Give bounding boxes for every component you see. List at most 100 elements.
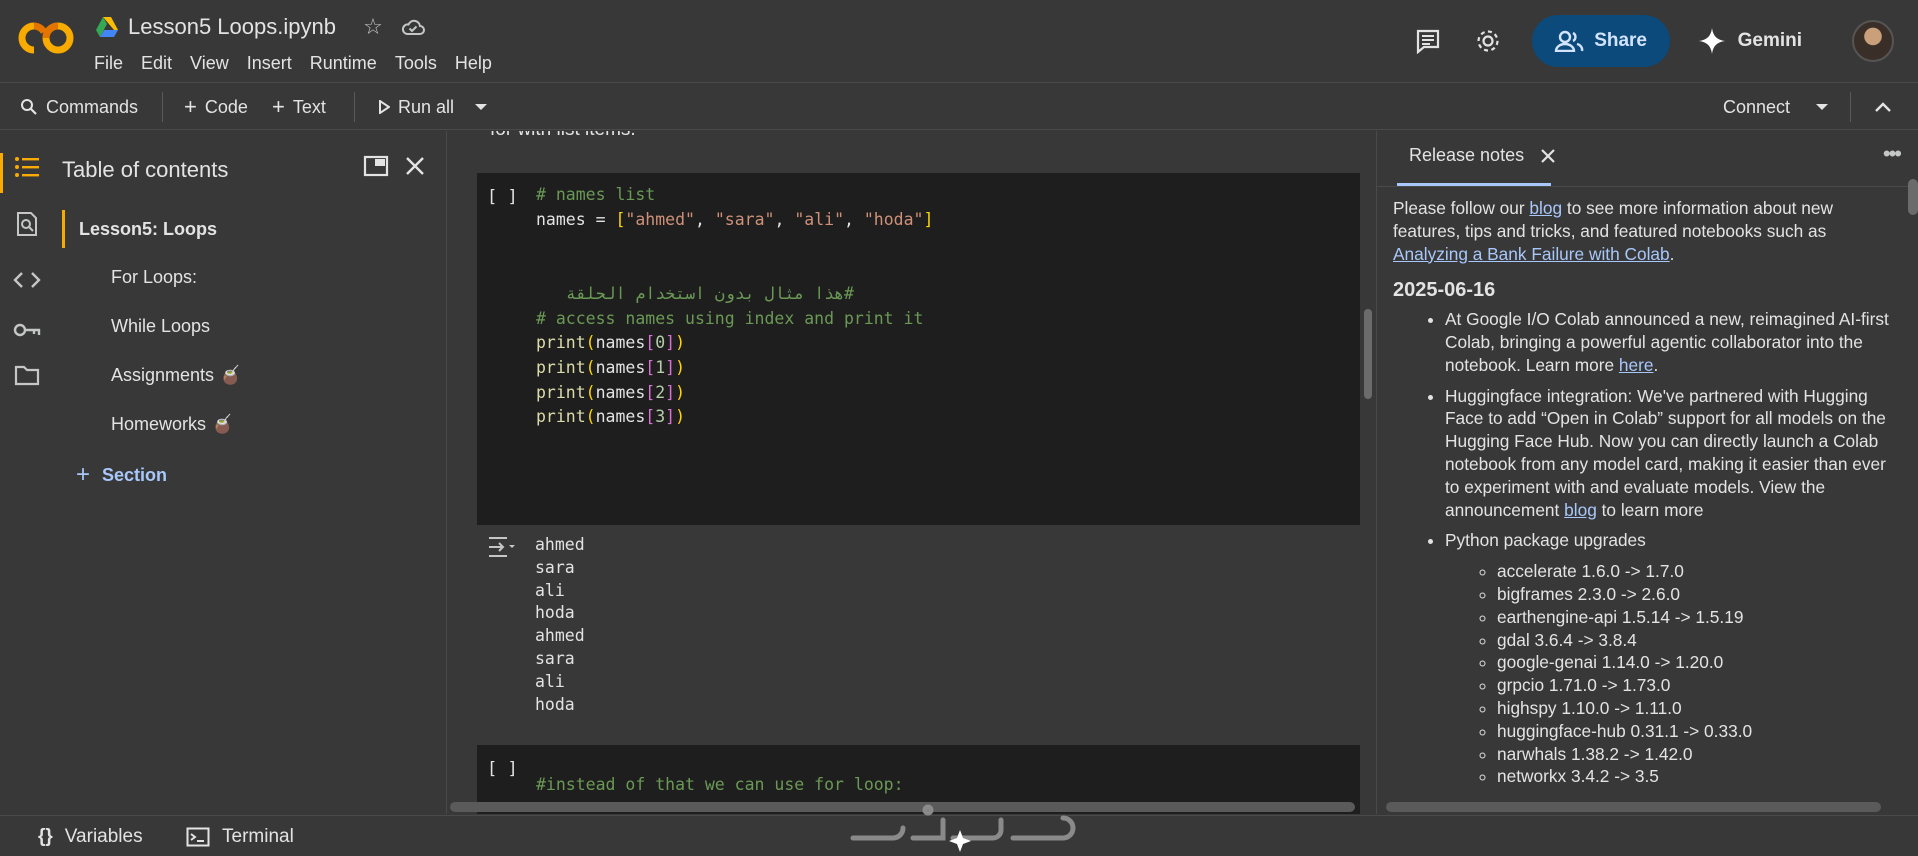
toc-title: Table of contents	[62, 157, 229, 182]
collapse-header-button[interactable]	[1874, 84, 1892, 130]
close-icon[interactable]	[1540, 148, 1556, 164]
add-code-button[interactable]: + Code	[184, 84, 248, 130]
menu-tools[interactable]: Tools	[395, 53, 446, 74]
table-of-contents-icon[interactable]	[13, 153, 41, 181]
output-line: sara	[535, 557, 575, 577]
plus-icon: +	[184, 94, 197, 119]
menu-edit[interactable]: Edit	[141, 53, 181, 74]
run-all-button[interactable]: Run all	[378, 84, 454, 130]
learn-more-link[interactable]: here	[1619, 355, 1654, 375]
commands-button[interactable]: Commands	[20, 84, 138, 130]
bullet-text: Python package upgrades	[1445, 530, 1646, 551]
release-bullet: Huggingface integration: We've partnered…	[1445, 385, 1889, 522]
package-item: highspy 1.10.0 -> 1.11.0	[1497, 697, 1889, 720]
terminal-label: Terminal	[222, 825, 294, 847]
package-item: huggingface-hub 0.31.1 -> 0.33.0	[1497, 720, 1889, 743]
announcement-blog-link[interactable]: blog	[1564, 500, 1597, 520]
run-cell-button[interactable]: [ ]	[487, 187, 518, 207]
commands-label: Commands	[46, 96, 139, 117]
colab-logo-icon[interactable]	[18, 18, 76, 58]
add-section-button[interactable]: + Section	[76, 461, 167, 489]
toolbar-divider	[162, 92, 163, 122]
add-text-button[interactable]: + Text	[272, 84, 326, 130]
title-row: Lesson5 Loops.ipynb ☆	[96, 14, 426, 40]
comments-icon[interactable]	[1408, 21, 1448, 61]
package-item: accelerate 1.6.0 -> 1.7.0	[1497, 560, 1889, 583]
intro-text: .	[1669, 243, 1675, 264]
find-replace-icon[interactable]	[13, 210, 41, 238]
table-of-contents-panel: Table of contents Lesson5: Loops For Loo…	[52, 131, 447, 814]
notebook-title[interactable]: Lesson5 Loops.ipynb	[128, 14, 336, 40]
menu-insert[interactable]: Insert	[247, 53, 301, 74]
menu-file[interactable]: File	[94, 53, 132, 74]
google-drive-icon[interactable]	[96, 17, 118, 37]
menu-view[interactable]: View	[190, 53, 238, 74]
section-label: Section	[102, 464, 168, 485]
output-line: ahmed	[535, 626, 585, 646]
notebook-area: for with list items. [ ] # names list na…	[448, 131, 1375, 814]
toc-item-assignments[interactable]: Assignments 🧉	[111, 365, 241, 386]
menu-bar: File Edit View Insert Runtime Tools Help	[94, 53, 510, 74]
output-actions-icon[interactable]	[487, 535, 517, 559]
code-function: print	[536, 407, 586, 427]
connect-dropdown[interactable]	[1815, 84, 1829, 130]
code-number: 3	[655, 407, 666, 427]
code-variable: names	[595, 382, 646, 402]
left-rail	[0, 131, 52, 814]
code-string: "sara"	[714, 209, 775, 229]
code-snippets-icon[interactable]	[13, 266, 41, 294]
package-list: accelerate 1.6.0 -> 1.7.0 bigframes 2.3.…	[1445, 560, 1889, 788]
code-comment-arabic: #هذا مثال بدون استخدام الحلقة	[565, 283, 854, 303]
release-bullet: Python package upgrades accelerate 1.6.0…	[1445, 529, 1889, 788]
bank-failure-link[interactable]: Analyzing a Bank Failure with Colab	[1393, 244, 1670, 264]
output-line: sara	[535, 648, 575, 668]
code-function: print	[536, 382, 586, 402]
divider	[1377, 186, 1918, 187]
code-number: 0	[655, 333, 666, 353]
gemini-button[interactable]: Gemini	[1698, 27, 1802, 55]
plus-icon: +	[272, 94, 285, 119]
toc-item-for-loops[interactable]: For Loops:	[111, 267, 197, 288]
menu-runtime[interactable]: Runtime	[310, 53, 386, 74]
header: Lesson5 Loops.ipynb ☆ File Edit View Ins…	[0, 0, 1918, 83]
variables-button[interactable]: {} Variables	[38, 816, 143, 856]
release-notes-scrollbar[interactable]	[1908, 179, 1918, 215]
bullet-text: .	[1653, 354, 1659, 375]
release-notes-horizontal-scrollbar[interactable]	[1386, 802, 1881, 812]
code-editor[interactable]: # names list names = ["ahmed", "sara", "…	[536, 183, 933, 430]
files-folder-icon[interactable]	[13, 361, 41, 389]
menu-help[interactable]: Help	[455, 53, 501, 74]
close-icon[interactable]	[398, 149, 432, 183]
code-function: print	[536, 357, 586, 377]
more-options-icon[interactable]: •••	[1883, 141, 1902, 167]
code-cell[interactable]: [ ] # names list names = ["ahmed", "sara…	[477, 173, 1360, 525]
toc-item-lesson5-loops[interactable]: Lesson5: Loops	[62, 210, 217, 248]
code-comment: #instead of that we can use for loop:	[536, 775, 904, 794]
user-avatar[interactable]	[1852, 20, 1894, 62]
cloud-saved-icon[interactable]	[400, 14, 426, 40]
toc-item-homeworks[interactable]: Homeworks 🧉	[111, 414, 233, 435]
star-icon[interactable]: ☆	[360, 14, 386, 40]
run-cell-button[interactable]: [ ]	[487, 759, 518, 779]
code-editor[interactable]: #instead of that we can use for loop:	[536, 773, 904, 798]
secrets-key-icon[interactable]	[13, 316, 41, 344]
release-notes-intro: Please follow our blog to see more infor…	[1393, 197, 1889, 265]
terminal-button[interactable]: Terminal	[186, 816, 294, 856]
notebook-scrollbar[interactable]	[1364, 309, 1372, 399]
release-notes-tab-label: Release notes	[1409, 145, 1525, 165]
package-item: bigframes 2.3.0 -> 2.6.0	[1497, 583, 1889, 606]
previous-markdown-text: for with list items.	[490, 131, 636, 141]
toc-item-while-loops[interactable]: While Loops	[111, 316, 210, 337]
open-in-tab-icon[interactable]	[359, 149, 393, 183]
share-button[interactable]: Share	[1531, 15, 1670, 67]
run-all-label: Run all	[398, 96, 455, 117]
connect-button[interactable]: Connect	[1723, 84, 1790, 130]
code-variable: names	[595, 357, 646, 377]
blog-link[interactable]: blog	[1529, 198, 1562, 218]
tab-release-notes[interactable]: Release notes	[1409, 145, 1556, 166]
code-label: Code	[204, 96, 248, 117]
rail-active-indicator	[0, 153, 3, 193]
settings-gear-icon[interactable]	[1468, 21, 1508, 61]
package-item: gdal 3.6.4 -> 3.8.4	[1497, 629, 1889, 652]
run-all-dropdown[interactable]	[474, 84, 488, 130]
